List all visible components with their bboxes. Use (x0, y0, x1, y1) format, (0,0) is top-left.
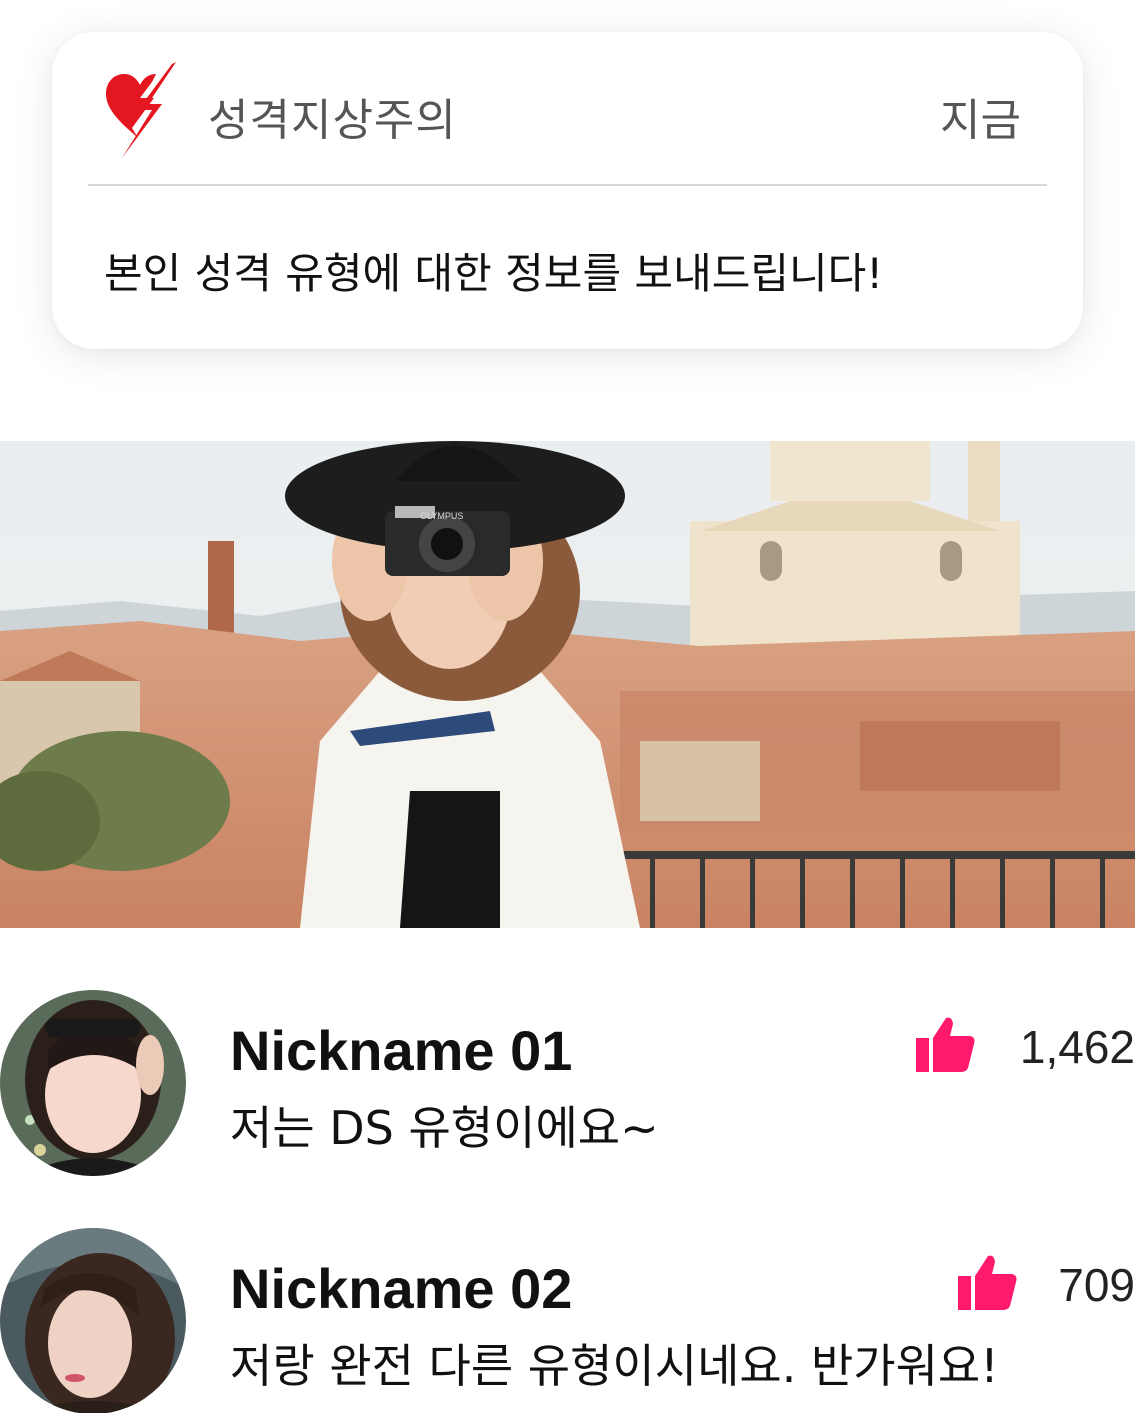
comment-text: 저랑 완전 다른 유형이시네요. 반가워요! (230, 1339, 999, 1393)
nickname[interactable]: Nickname 02 (230, 1256, 572, 1321)
comment-row: Nickname 02 저랑 완전 다른 유형이시네요. 반가워요! 709 (0, 1228, 1135, 1413)
thumbs-up-icon[interactable] (916, 1016, 976, 1072)
notification-message: 본인 성격 유형에 대한 정보를 보내드립니다! (104, 249, 884, 298)
nickname[interactable]: Nickname 01 (230, 1018, 572, 1083)
like-count: 709 (1058, 1259, 1135, 1311)
avatar[interactable] (0, 990, 186, 1176)
like-count: 1,462 (1019, 1021, 1135, 1073)
notification-time: 지금 (940, 95, 1021, 146)
app-name: 성격지상주의 (208, 95, 457, 146)
comment-row: Nickname 01 저는 DS 유형이에요~ 1,462 (0, 990, 1135, 1180)
comment-text: 저는 DS 유형이에요~ (230, 1101, 659, 1155)
heart-lightning-icon (106, 62, 176, 158)
banner-photo: OLYMPUS (0, 441, 1135, 928)
notification-card[interactable]: 성격지상주의 지금 본인 성격 유형에 대한 정보를 보내드립니다! (52, 32, 1083, 349)
camera-brand: OLYMPUS (420, 511, 463, 521)
divider (88, 184, 1047, 186)
thumbs-up-icon[interactable] (958, 1254, 1018, 1310)
avatar[interactable] (0, 1228, 186, 1413)
